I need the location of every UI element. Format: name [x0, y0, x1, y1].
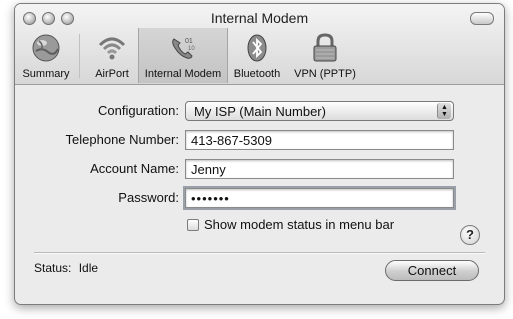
account-name-field[interactable]	[185, 159, 454, 179]
popup-arrows-icon: ▲ ▼	[437, 103, 451, 119]
configuration-label: Configuration:	[98, 103, 179, 118]
account-name-label: Account Name:	[90, 161, 179, 176]
help-button[interactable]: ?	[460, 225, 480, 245]
tab-vpn-pptp[interactable]: VPN (PPTP)	[289, 28, 361, 83]
status-value: Idle	[78, 261, 99, 275]
svg-text:10: 10	[188, 46, 195, 52]
bluetooth-icon	[247, 34, 267, 62]
tab-label: Summary	[22, 68, 70, 80]
airport-icon	[98, 37, 126, 60]
show-modem-status-label[interactable]: Show modem status in menu bar	[204, 217, 394, 232]
content-pane: Configuration: My ISP (Main Number) ▲ ▼ T…	[15, 85, 504, 304]
tab-label: AirPort	[95, 68, 129, 80]
window-title: Internal Modem	[210, 10, 309, 26]
configuration-value: My ISP (Main Number)	[194, 104, 326, 119]
tab-label: Internal Modem	[144, 68, 222, 80]
tab-internal-modem[interactable]: 01 10 Internal Modem	[138, 28, 228, 83]
password-field[interactable]: •••••••	[183, 186, 456, 210]
connect-button[interactable]: Connect	[385, 260, 479, 281]
status-label: Status:	[34, 261, 72, 275]
telephone-number-field[interactable]	[185, 130, 454, 150]
status-row: Status: Idle	[34, 261, 98, 275]
toolbar: Summary AirPort 01 10 Internal Modem Blu…	[15, 28, 504, 83]
telephone-label: Telephone Number:	[65, 132, 179, 147]
tab-label: VPN (PPTP)	[294, 68, 356, 80]
network-config-window: Internal Modem Summary AirPort 01 10 Int…	[14, 3, 505, 305]
lock-icon	[313, 33, 337, 62]
phone-icon: 01 10	[172, 38, 195, 59]
tab-label: Bluetooth	[233, 68, 281, 80]
titlebar: Internal Modem Summary AirPort 01 10 Int…	[15, 4, 504, 85]
divider	[34, 252, 485, 254]
toolbar-separator	[79, 34, 80, 78]
toolbar-toggle-button[interactable]	[470, 12, 494, 25]
password-label: Password:	[118, 190, 179, 205]
svg-text:01: 01	[185, 38, 193, 45]
tab-summary[interactable]: Summary	[17, 28, 75, 83]
tab-airport[interactable]: AirPort	[87, 28, 137, 83]
configuration-popup[interactable]: My ISP (Main Number) ▲ ▼	[185, 101, 454, 121]
globe-icon	[32, 34, 60, 62]
tab-bluetooth[interactable]: Bluetooth	[227, 28, 287, 83]
show-modem-status-checkbox[interactable]	[187, 219, 199, 231]
